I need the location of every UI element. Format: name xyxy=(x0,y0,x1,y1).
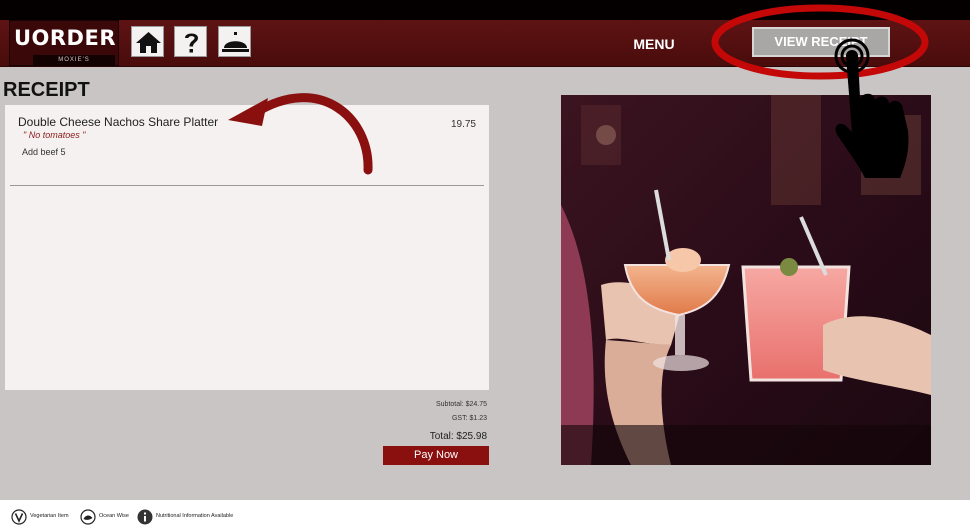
pointer-hand-icon xyxy=(834,38,909,178)
legend-nutrition: Nutritional Information Available xyxy=(137,509,257,525)
home-icon xyxy=(136,32,161,53)
logo[interactable]: UORDER MOXIE'S xyxy=(9,20,119,66)
footer-legend: Vegetarian Item Ocean Wise Nutritional I… xyxy=(0,500,970,528)
logo-text: UORDER xyxy=(13,26,117,50)
curved-arrow-icon xyxy=(228,93,373,175)
receipt-item-note: " No tomatoes " xyxy=(23,130,86,140)
help-button[interactable] xyxy=(174,26,207,57)
receipt-item-name[interactable]: Double Cheese Nachos Share Platter xyxy=(18,115,218,129)
legend-nutrition-label: Nutritional Information Available xyxy=(156,513,234,519)
help-icon xyxy=(185,33,198,53)
service-bell-icon xyxy=(222,32,249,52)
legend-vegetarian-label: Vegetarian Item xyxy=(30,513,69,519)
subtotal-text: Subtotal: $24.75 xyxy=(436,401,487,408)
legend-ocean-wise: Ocean Wise xyxy=(80,509,140,525)
logo-subtitle: MOXIE'S xyxy=(33,55,115,66)
pay-now-button[interactable]: Pay Now xyxy=(383,446,489,465)
divider xyxy=(10,185,484,186)
ocean-wise-icon xyxy=(80,509,96,525)
receipt-item-price: 19.75 xyxy=(450,119,476,130)
vegetarian-icon xyxy=(11,509,27,525)
page-title: RECEIPT xyxy=(3,79,90,101)
receipt-item-addon: Add beef 5 xyxy=(22,147,66,157)
info-icon xyxy=(137,509,153,525)
call-server-button[interactable] xyxy=(218,26,251,57)
legend-vegetarian: Vegetarian Item xyxy=(11,509,81,525)
gst-text: GST: $1.23 xyxy=(451,415,487,422)
legend-ocean-wise-label: Ocean Wise xyxy=(99,513,129,519)
home-button[interactable] xyxy=(131,26,164,57)
menu-link[interactable]: MENU xyxy=(624,36,684,52)
total-text: Total: $25.98 xyxy=(429,431,487,442)
